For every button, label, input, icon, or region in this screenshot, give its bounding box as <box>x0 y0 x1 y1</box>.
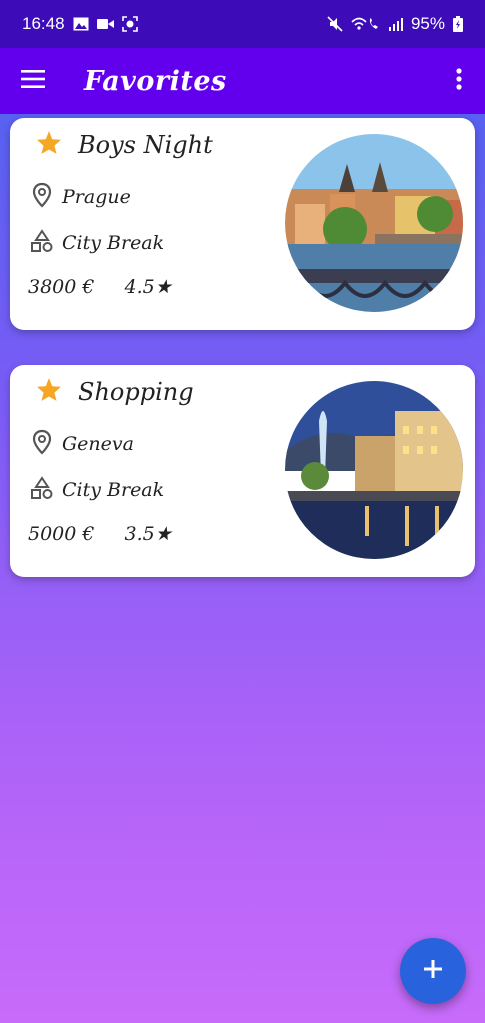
rating-text: 4.5★ <box>124 276 172 298</box>
battery-charging-icon <box>453 16 463 32</box>
location-row: Geneva <box>30 429 134 459</box>
price-text: 5000 € <box>28 523 95 545</box>
price-text: 3800 € <box>28 276 95 298</box>
add-favorite-button[interactable] <box>400 938 466 1004</box>
more-vert-icon <box>456 68 462 94</box>
star-icon[interactable] <box>36 377 62 406</box>
category-shapes-icon <box>30 229 54 257</box>
destination-photo <box>285 134 463 312</box>
category-text: City Break <box>62 232 165 254</box>
battery-percent: 95% <box>410 14 445 33</box>
status-left: 16:48 <box>22 14 138 34</box>
favorite-card[interactable]: Boys Night Prague City Break 3800 € 4.5★ <box>10 118 475 330</box>
status-bar: 16:48 95% <box>0 0 485 48</box>
page-title: Favorites <box>84 65 227 97</box>
plus-icon <box>424 960 442 982</box>
wifi-call-icon <box>351 16 381 32</box>
category-row: City Break <box>30 229 164 257</box>
screen-record-icon <box>121 16 138 32</box>
favorite-card[interactable]: Shopping Geneva City Break 5000 € 3.5★ <box>10 365 475 577</box>
location-row: Prague <box>30 182 131 212</box>
card-title: Boys Night <box>78 130 213 159</box>
menu-button[interactable] <box>0 48 66 114</box>
location-pin-icon <box>30 182 54 212</box>
status-time: 16:48 <box>22 14 65 33</box>
more-options-button[interactable] <box>443 48 475 114</box>
destination-photo <box>285 381 463 559</box>
video-icon <box>96 18 114 30</box>
signal-icon <box>388 17 403 31</box>
category-text: City Break <box>62 479 165 501</box>
status-right: 95% <box>327 14 463 34</box>
location-text: Prague <box>62 186 131 208</box>
location-pin-icon <box>30 429 54 459</box>
star-icon[interactable] <box>36 130 62 159</box>
card-title-row: Boys Night <box>36 130 213 159</box>
location-text: Geneva <box>62 433 134 455</box>
hamburger-menu-icon <box>21 70 45 92</box>
mute-icon <box>327 16 343 32</box>
price-rating-row: 3800 € 4.5★ <box>28 276 172 298</box>
category-shapes-icon <box>30 476 54 504</box>
card-title: Shopping <box>78 377 194 406</box>
card-title-row: Shopping <box>36 377 194 406</box>
price-rating-row: 5000 € 3.5★ <box>28 523 172 545</box>
category-row: City Break <box>30 476 164 504</box>
rating-text: 3.5★ <box>124 523 172 545</box>
app-bar: Favorites <box>0 48 485 114</box>
gallery-icon <box>73 17 89 31</box>
